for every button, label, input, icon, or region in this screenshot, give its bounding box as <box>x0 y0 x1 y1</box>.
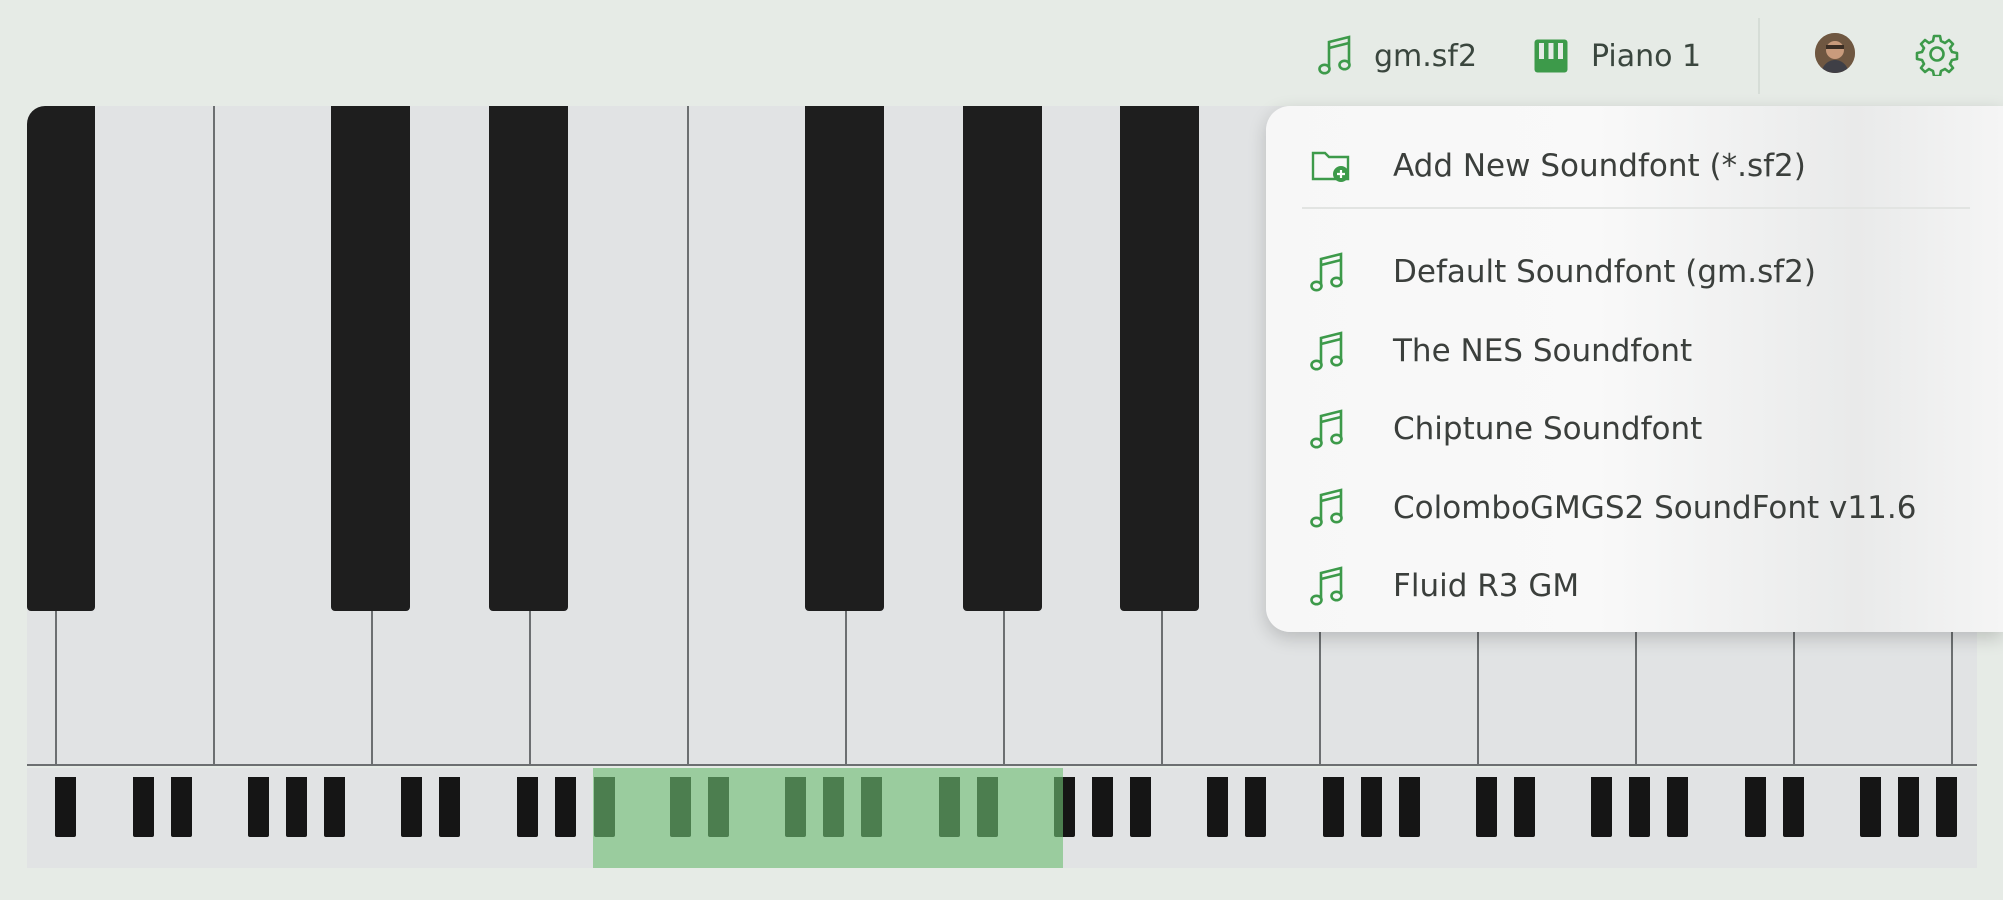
visible-range-highlight[interactable] <box>593 768 1063 868</box>
music-note-icon <box>1310 330 1352 372</box>
black-key[interactable] <box>1120 106 1199 611</box>
mini-black-key <box>401 777 422 837</box>
toolbar-divider <box>1758 18 1760 94</box>
music-note-icon <box>1310 565 1352 607</box>
mini-black-key <box>1936 777 1957 837</box>
soundfont-item[interactable]: The NES Soundfont <box>1266 316 2003 386</box>
soundfont-label: gm.sf2 <box>1374 38 1478 74</box>
mini-black-key <box>1476 777 1497 837</box>
gear-icon[interactable] <box>1915 32 1959 78</box>
mini-black-key <box>1130 777 1151 837</box>
mini-black-key <box>1514 777 1535 837</box>
music-note-icon <box>1318 34 1352 78</box>
keyboard-divider <box>27 764 1977 766</box>
soundfont-item-label: Chiptune Soundfont <box>1393 411 1703 447</box>
mini-black-key <box>1860 777 1881 837</box>
mini-black-key <box>171 777 192 837</box>
music-note-icon <box>1310 408 1352 450</box>
soundfont-item[interactable]: Fluid R3 GM <box>1266 551 2003 621</box>
folder-add-icon <box>1310 145 1352 187</box>
music-note-icon <box>1310 251 1352 293</box>
soundfont-item[interactable]: ColomboGMGS2 SoundFont v11.6 <box>1266 473 2003 543</box>
soundfont-item-label: ColomboGMGS2 SoundFont v11.6 <box>1393 490 1917 526</box>
mini-black-key <box>517 777 538 837</box>
instrument-label: Piano 1 <box>1591 38 1702 74</box>
mini-black-key <box>1399 777 1420 837</box>
mini-black-key <box>55 777 76 837</box>
soundfont-selector[interactable]: gm.sf2 <box>1318 28 1477 84</box>
mini-black-key <box>439 777 460 837</box>
piano-keys-icon <box>1533 38 1569 74</box>
menu-divider <box>1302 207 1970 209</box>
mini-black-key <box>1745 777 1766 837</box>
add-soundfont-item[interactable]: Add New Soundfont (*.sf2) <box>1266 131 2003 201</box>
avatar[interactable] <box>1815 33 1855 73</box>
music-note-icon <box>1310 487 1352 529</box>
black-key[interactable] <box>805 106 884 611</box>
mini-black-key <box>1323 777 1344 837</box>
soundfont-item-label: Fluid R3 GM <box>1393 568 1580 604</box>
soundfont-dropdown: Add New Soundfont (*.sf2) Default Soundf… <box>1266 106 2003 632</box>
black-key[interactable] <box>489 106 568 611</box>
mini-black-key <box>1092 777 1113 837</box>
mini-black-key <box>1361 777 1382 837</box>
mini-black-key <box>1667 777 1688 837</box>
mini-black-key <box>1207 777 1228 837</box>
mini-black-key <box>1783 777 1804 837</box>
mini-black-key <box>286 777 307 837</box>
mini-black-key <box>1898 777 1919 837</box>
mini-black-key <box>1629 777 1650 837</box>
add-soundfont-label: Add New Soundfont (*.sf2) <box>1393 148 1806 184</box>
soundfont-item[interactable]: Default Soundfont (gm.sf2) <box>1266 237 2003 307</box>
black-key[interactable] <box>27 106 95 611</box>
top-bar: gm.sf2 Piano 1 <box>0 0 2003 105</box>
soundfont-item[interactable]: Chiptune Soundfont <box>1266 394 2003 464</box>
mini-black-key <box>324 777 345 837</box>
black-key[interactable] <box>963 106 1042 611</box>
mini-black-key <box>1245 777 1266 837</box>
soundfont-item-label: The NES Soundfont <box>1393 333 1693 369</box>
soundfont-item-label: Default Soundfont (gm.sf2) <box>1393 254 1816 290</box>
keyboard-overview[interactable] <box>27 768 1977 868</box>
mini-black-key <box>555 777 576 837</box>
mini-black-key <box>1591 777 1612 837</box>
mini-black-key <box>133 777 154 837</box>
mini-black-key <box>248 777 269 837</box>
black-key[interactable] <box>331 106 410 611</box>
instrument-selector[interactable]: Piano 1 <box>1533 28 1701 84</box>
